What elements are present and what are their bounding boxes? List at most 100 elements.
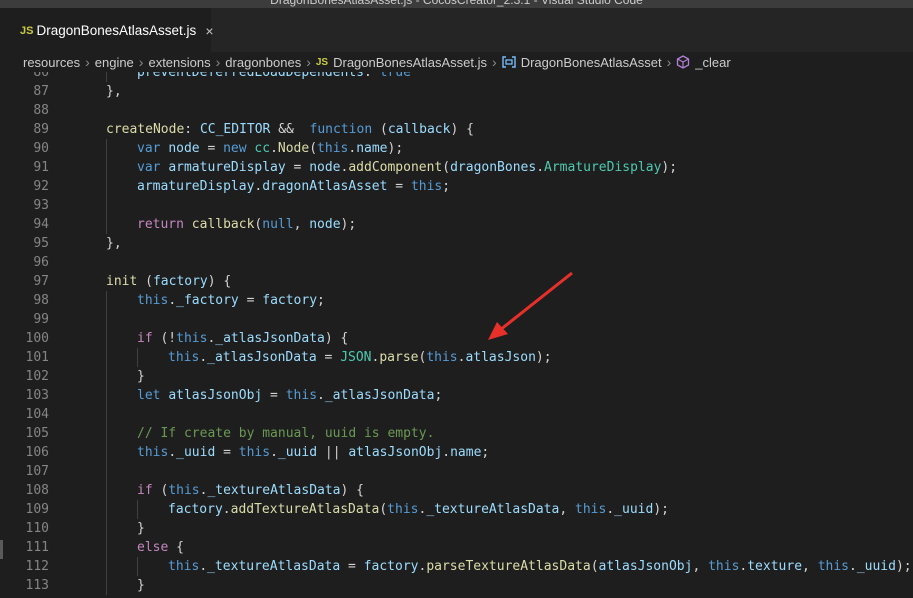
code-token: Node xyxy=(277,141,310,156)
line-number: 99 xyxy=(33,312,49,327)
line-number: 103 xyxy=(25,388,49,403)
code-line[interactable]: 93 xyxy=(0,196,913,215)
code-token: } xyxy=(137,578,145,593)
code-line[interactable]: 104 xyxy=(0,405,913,424)
code-line[interactable]: 107 xyxy=(0,462,913,481)
indent-guide xyxy=(137,500,138,519)
code-token: atlasJsonObj xyxy=(598,559,693,574)
code-line[interactable]: 105 // If create by manual, uuid is empty… xyxy=(0,424,913,443)
code-token: ); xyxy=(895,559,912,574)
breadcrumb-item-file[interactable]: DragonBonesAtlasAsset.js xyxy=(333,55,487,70)
code-token: callback xyxy=(387,122,451,137)
code-token: } xyxy=(137,521,145,536)
line-number: 97 xyxy=(33,274,49,289)
code-editor[interactable]: 86 preventDeferredLoadDependents: true 87}… xyxy=(0,72,913,598)
close-icon[interactable]: × xyxy=(205,23,213,39)
code-line[interactable]: 96 xyxy=(0,253,913,272)
breadcrumb-item-resources[interactable]: resources xyxy=(23,55,80,70)
line-number: 94 xyxy=(33,217,49,232)
code-token: parse xyxy=(379,350,419,365)
code-line[interactable]: 108 if (this._textureAtlasData) { xyxy=(0,481,913,500)
code-token: _textureAtlasData xyxy=(426,502,560,517)
indent-guide xyxy=(106,348,107,367)
code-line[interactable]: 98 this._factory = factory; xyxy=(0,291,913,310)
code-line[interactable]: 87}, xyxy=(0,82,913,101)
code-text: this._atlasJsonData = JSON.parse(this.at… xyxy=(168,348,552,367)
tab-dragonbones-atlas-asset[interactable]: JS DragonBonesAtlasAsset.js × xyxy=(0,8,214,52)
code-token: ; xyxy=(442,179,451,194)
code-line[interactable]: 113} xyxy=(0,576,913,595)
breadcrumb-item-class[interactable]: DragonBonesAtlasAsset xyxy=(521,55,662,70)
code-line[interactable]: 102} xyxy=(0,367,913,386)
line-number: 91 xyxy=(33,160,49,175)
line-number: 112 xyxy=(25,559,49,574)
indent-guide xyxy=(106,538,107,557)
code-line[interactable]: 106 this._uuid = this._uuid || atlasJsonO… xyxy=(0,443,913,462)
line-number: 86 xyxy=(33,72,49,80)
code-line[interactable]: 88 xyxy=(0,101,913,120)
code-token: ( xyxy=(379,502,388,517)
code-token: . xyxy=(442,445,451,460)
code-token: _factory xyxy=(176,293,239,308)
code-line[interactable]: 91 var armatureDisplay = node. addComponen… xyxy=(0,158,913,177)
code-line[interactable]: 101 this._atlasJsonData = JSON.parse(this… xyxy=(0,348,913,367)
code-line[interactable]: 112 this._textureAtlasData = factory.pars… xyxy=(0,557,913,576)
line-number: 104 xyxy=(25,407,49,422)
chevron-right-icon: › xyxy=(138,54,144,70)
code-token: . xyxy=(270,141,278,156)
code-line[interactable]: 99 xyxy=(0,310,913,329)
code-token: name xyxy=(356,141,388,156)
code-line[interactable]: 86 preventDeferredLoadDependents: true xyxy=(0,72,913,82)
code-line[interactable]: 110} xyxy=(0,519,913,538)
code-token: factory xyxy=(363,559,419,574)
code-token: , xyxy=(802,559,818,574)
code-token: addComponent xyxy=(348,160,443,175)
indent-guide xyxy=(106,367,107,386)
code-token: node xyxy=(309,217,341,232)
code-token: this xyxy=(575,502,607,517)
code-text: // If create by manual, uuid is empty. xyxy=(137,424,434,443)
line-number: 92 xyxy=(33,179,49,194)
code-token: var xyxy=(137,160,161,175)
breadcrumb-item-engine[interactable]: engine xyxy=(95,55,134,70)
line-number: 100 xyxy=(25,331,49,346)
code-token: ) { xyxy=(324,331,349,346)
code-token: function xyxy=(309,122,373,137)
code-text: }, xyxy=(106,234,122,253)
code-token: . xyxy=(536,160,545,175)
code-line[interactable]: 100 if (!this._atlasJsonData) { xyxy=(0,329,913,348)
code-line[interactable]: 103 let atlasJsonObj = this._atlasJsonDat… xyxy=(0,386,913,405)
indent-guide xyxy=(106,177,107,196)
breadcrumb-item-dragonbones[interactable]: dragonbones xyxy=(225,55,301,70)
code-token: atlasJson xyxy=(465,350,536,365)
breadcrumb-item-extensions[interactable]: extensions xyxy=(148,55,210,70)
code-text: if (this._textureAtlasData) { xyxy=(137,481,364,500)
code-line[interactable]: 90 var node = new cc.Node(this.name); xyxy=(0,139,913,158)
code-token: . xyxy=(849,559,857,574)
line-number: 111 xyxy=(25,540,49,555)
code-token: } xyxy=(137,369,145,384)
indent-guide xyxy=(137,557,138,576)
code-line[interactable]: 97 init (factory) { xyxy=(0,272,913,291)
code-token: this xyxy=(168,350,200,365)
code-line[interactable]: 95}, xyxy=(0,234,913,253)
code-token: . xyxy=(222,502,231,517)
code-token: }, xyxy=(106,236,122,251)
code-token: ( xyxy=(137,274,153,289)
code-text: let atlasJsonObj = this._atlasJsonData; xyxy=(137,386,442,405)
code-line[interactable]: 109 factory.addTextureAtlasData(this._tex… xyxy=(0,500,913,519)
code-token: ; xyxy=(434,388,443,403)
line-number: 87 xyxy=(33,84,49,99)
indent-guide xyxy=(106,72,107,82)
code-line[interactable]: 89 createNode: CC_EDITOR && function (cal… xyxy=(0,120,913,139)
code-token: createNode xyxy=(106,122,185,137)
code-token: && xyxy=(270,122,310,137)
code-line[interactable]: 94 return callback(null, node); xyxy=(0,215,913,234)
code-token: . xyxy=(270,445,278,460)
code-line[interactable]: 111 else { xyxy=(0,538,913,557)
code-line[interactable]: 92 armatureDisplay.dragonAtlasAsset = thi… xyxy=(0,177,913,196)
breadcrumb-item-method[interactable]: _clear xyxy=(695,55,730,70)
code-token: this xyxy=(176,331,208,346)
code-text: init (factory) { xyxy=(106,272,231,291)
